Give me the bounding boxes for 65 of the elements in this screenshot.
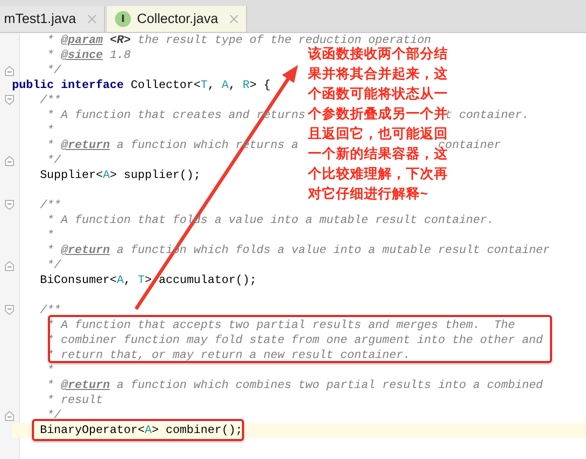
code-text: */ — [46, 153, 61, 168]
code-text: * — [46, 378, 55, 393]
fold-icon[interactable] — [5, 305, 14, 315]
code-text: BinaryOperator< — [38, 423, 145, 438]
code-text: , — [124, 273, 132, 288]
tab-label: Collector.java — [137, 10, 218, 28]
editor-tab[interactable]: I Collector.java — [107, 6, 248, 32]
code-text: > { — [250, 78, 271, 93]
code-text: , — [228, 78, 237, 93]
fold-icon[interactable] — [5, 200, 14, 210]
tab-label: mTest1.java — [4, 10, 76, 28]
code-text: /** — [38, 198, 61, 213]
close-icon[interactable] — [230, 15, 238, 23]
annotation-text: 个比较难理解，下次再 — [308, 165, 448, 183]
code-text: public interface — [12, 78, 124, 93]
code-text: <R> — [108, 33, 131, 48]
fold-icon[interactable] — [5, 411, 14, 421]
code-text: * — [46, 243, 55, 258]
code-text: @return — [60, 378, 110, 393]
close-icon[interactable] — [88, 15, 96, 23]
fold-icon[interactable] — [5, 261, 14, 271]
code-text: Supplier< — [38, 168, 103, 183]
editor-tab[interactable]: mTest1.java — [0, 6, 106, 32]
code-text: Collector< — [130, 78, 201, 93]
annotation-text: 果并将其合并起来，这 — [308, 65, 448, 83]
code-text: * — [46, 363, 54, 378]
fold-icon[interactable] — [5, 66, 14, 76]
annotation-text: 个参数折叠成另一个并 — [308, 105, 448, 123]
code-text: T — [138, 273, 145, 288]
code-text: 1.8 — [108, 48, 131, 63]
annotation-text: 个函数可能将状态从一 — [308, 85, 448, 103]
code-text: a function which combines two partial results into a combined — [116, 378, 543, 393]
code-text: /** — [38, 303, 61, 318]
code-text: * — [46, 123, 54, 138]
code-text: * — [46, 48, 55, 63]
fold-icon[interactable] — [5, 95, 14, 105]
code-text: A — [222, 78, 229, 93]
interface-icon: I — [115, 11, 132, 27]
code-text: */ — [46, 258, 61, 273]
fold-icon[interactable] — [5, 156, 14, 166]
code-text: @return — [60, 243, 110, 258]
code-text: A — [102, 168, 110, 183]
code-text: , — [208, 78, 216, 93]
code-text: * — [46, 228, 54, 243]
code-text: */ — [46, 408, 61, 423]
annotation-text: 该函数接收两个部分结 — [308, 46, 448, 63]
code-text: * — [46, 138, 55, 153]
code-text: > accumulator(); — [144, 273, 257, 288]
code-text: * result — [46, 393, 103, 408]
code-text: BiConsumer< — [38, 273, 117, 288]
code-text: A — [144, 423, 152, 438]
code-text: /** — [38, 93, 61, 108]
code-text: > combiner(); — [152, 423, 243, 438]
code-text: @param — [60, 33, 103, 48]
code-text: */ — [46, 63, 61, 78]
code-text: > supplier(); — [110, 168, 201, 183]
code-text: @since — [60, 48, 103, 63]
code-text: * — [46, 33, 55, 48]
code-text: T — [200, 78, 208, 93]
annotation-text: 对它仔细进行解释~ — [308, 185, 429, 203]
code-text: A — [116, 273, 124, 288]
code-text: t container. — [445, 109, 529, 123]
code-text: @return — [60, 138, 110, 153]
code-text: the result type of the reduction operation — [136, 33, 432, 47]
code-text: R — [242, 78, 250, 93]
